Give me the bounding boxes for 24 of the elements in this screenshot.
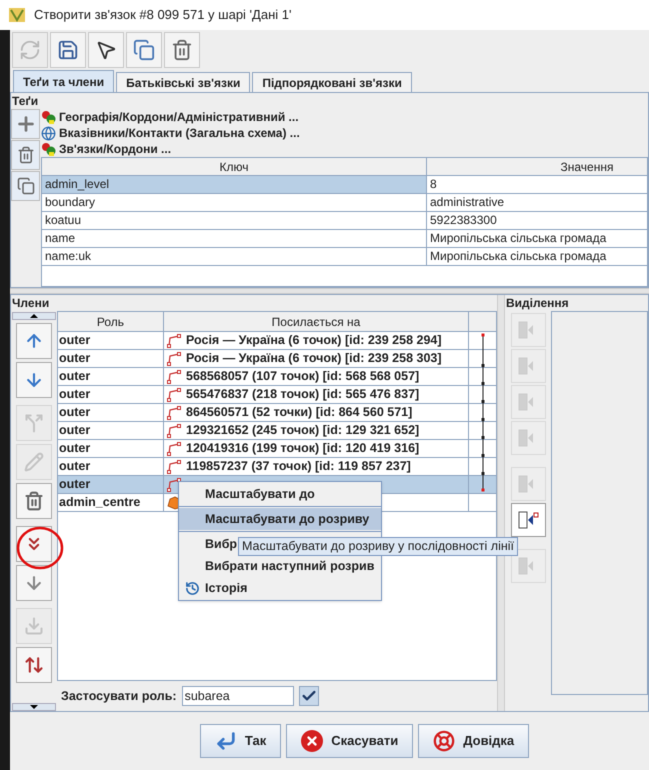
table-cell: outer [58,368,164,385]
table-cell: Росія — Україна (6 точок) [id: 239 258 303] [186,350,442,367]
table-cell: outer [58,332,164,349]
table-cell: 568568057 (107 точок) [id: 568 568 057] [186,368,420,385]
table-cell: outer [58,422,164,439]
table-cell: Росія — Україна (6 точок) [id: 239 258 294] [186,332,442,349]
table-cell: 129321652 (245 точок) [id: 129 321 652] [186,422,420,439]
table-cell: 565476837 (218 точок) [id: 565 476 837] [186,386,420,403]
tooltip: Масштабувати до розриву у послідовності лінії [238,537,518,556]
table-cell: 119857237 (37 точок) [id: 119 857 237] [186,458,411,475]
window-title: Створити зв'язок #8 099 571 у шарі 'Дані 1' [34,6,292,24]
table-cell: 864560571 (52 точки) [id: 864 560 571] [186,404,412,421]
table-cell: outer [58,404,164,421]
table-cell: outer [58,440,164,457]
section-label: Виділення [505,295,570,311]
section-label: Члени [11,295,50,311]
table-cell: outer [58,386,164,403]
table-cell: outer [58,350,164,367]
section-label: Теґи [11,93,40,109]
table-cell: outer [58,458,164,475]
field-label: Застосувати роль: [61,688,177,705]
table-cell: outer [58,476,164,493]
table-cell: 120419316 (199 точок) [id: 120 419 316] [186,440,420,457]
table-cell: admin_centre [58,494,164,511]
